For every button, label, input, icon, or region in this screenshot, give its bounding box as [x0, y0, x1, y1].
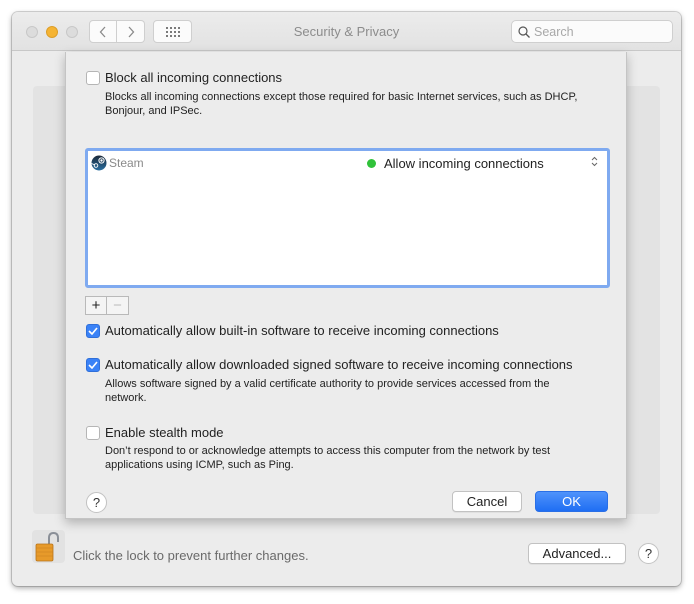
block-all-description: Blocks all incoming connections except t… — [105, 91, 578, 117]
auto-signed-checkbox[interactable] — [86, 357, 100, 372]
unlocked-padlock-icon — [35, 531, 59, 562]
checkmark-icon — [88, 360, 98, 369]
advanced-button[interactable]: Advanced... — [528, 543, 626, 564]
stealth-mode-checkbox[interactable] — [86, 425, 100, 440]
auto-builtin-label: Automatically allow built-in software to… — [105, 323, 499, 338]
block-all-checkbox[interactable] — [86, 70, 100, 85]
app-list[interactable]: Steam Allow incoming connections — [85, 148, 610, 288]
remove-app-button[interactable]: − — [107, 296, 129, 315]
add-remove-controls: + − — [85, 296, 129, 315]
ok-button[interactable]: OK — [535, 491, 608, 512]
auto-signed-description: Allows software signed by a valid certif… — [105, 378, 550, 404]
auto-signed-option[interactable]: Automatically allow downloaded signed so… — [86, 357, 573, 372]
app-name: Steam — [109, 156, 144, 170]
search-input[interactable] — [534, 24, 664, 39]
block-all-option[interactable]: Block all incoming connections — [86, 70, 282, 85]
lock-button[interactable] — [32, 530, 65, 563]
add-app-button[interactable]: + — [85, 296, 107, 315]
titlebar: Security & Privacy — [12, 12, 681, 51]
lock-message: Click the lock to prevent further change… — [73, 548, 309, 563]
stealth-mode-description: Don’t respond to or acknowledge attempts… — [105, 445, 551, 471]
cancel-button[interactable]: Cancel — [452, 491, 522, 512]
sheet-help-button[interactable]: ? — [86, 492, 107, 513]
stealth-mode-label: Enable stealth mode — [105, 425, 224, 440]
checkmark-icon — [88, 326, 98, 335]
app-list-row[interactable]: Steam Allow incoming connections — [91, 154, 604, 172]
auto-builtin-checkbox[interactable] — [86, 323, 100, 338]
chevron-updown-icon[interactable] — [591, 156, 598, 168]
steam-icon — [91, 155, 107, 171]
search-icon — [518, 25, 530, 38]
connection-status-select[interactable]: Allow incoming connections — [384, 156, 544, 171]
block-all-label: Block all incoming connections — [105, 70, 283, 85]
search-field[interactable] — [511, 20, 673, 43]
status-indicator — [367, 159, 376, 168]
help-button[interactable]: ? — [638, 543, 659, 564]
auto-builtin-option[interactable]: Automatically allow built-in software to… — [86, 323, 499, 338]
firewall-options-sheet: Block all incoming connections Blocks al… — [65, 52, 627, 519]
auto-signed-label: Automatically allow downloaded signed so… — [105, 357, 573, 372]
preferences-window: Security & Privacy Block all incoming co… — [12, 12, 681, 586]
stealth-mode-option[interactable]: Enable stealth mode — [86, 425, 224, 440]
